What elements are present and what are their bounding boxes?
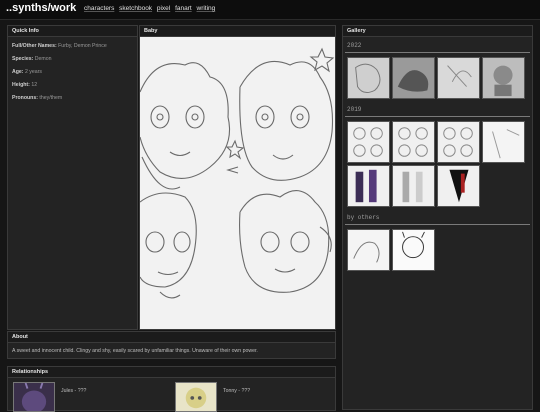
info-age: Age: 2 years <box>12 69 42 75</box>
divider <box>345 224 530 225</box>
info-pronouns: Pronouns: they/them <box>12 95 63 101</box>
info-height: Height: 12 <box>12 82 38 88</box>
gallery-thumb-2019-6[interactable] <box>392 165 435 207</box>
image-panel-heading: Baby <box>140 26 335 37</box>
divider <box>345 116 530 117</box>
relationship-tonny[interactable]: Tonny - ??? <box>175 382 325 412</box>
gallery-year-by-others: by others <box>347 214 380 221</box>
jules-avatar[interactable] <box>13 382 55 412</box>
relationships-panel: Relationships Jules - ??? Tonny - ??? <box>7 366 336 412</box>
site-title[interactable]: ..synths/work <box>6 2 76 14</box>
gallery-section-by-others: by others <box>343 214 532 229</box>
quick-info-panel: Quick Info Full/Other Names: Furby, Demo… <box>7 25 138 330</box>
tonny-name: Tonny - ??? <box>223 388 251 394</box>
gallery-thumb-2022-2[interactable] <box>392 57 435 99</box>
character-image-panel: Baby <box>139 25 336 330</box>
nav-writing[interactable]: writing <box>197 5 216 12</box>
about-text: A sweet and innocent child. Clingy and s… <box>12 348 258 354</box>
info-names: Full/Other Names: Furby, Demon Prince <box>12 43 107 49</box>
tonny-avatar[interactable] <box>175 382 217 412</box>
main-nav: characters sketchbook pixel fanart writi… <box>84 5 218 12</box>
character-sketch-image[interactable] <box>140 37 335 329</box>
gallery-section-2019: 2019 <box>343 106 532 121</box>
gallery-year-2022: 2022 <box>347 42 362 49</box>
gallery-thumb-2019-5[interactable] <box>347 165 390 207</box>
gallery-panel: Gallery 2022 2019 by others <box>342 25 533 410</box>
divider <box>345 52 530 53</box>
gallery-thumb-2022-1[interactable] <box>347 57 390 99</box>
nav-characters[interactable]: characters <box>84 5 114 12</box>
gallery-thumb-2019-3[interactable] <box>437 121 480 163</box>
top-bar: ..synths/work characters sketchbook pixe… <box>0 0 540 20</box>
gallery-thumb-others-2[interactable] <box>392 229 435 271</box>
relationships-heading: Relationships <box>8 367 335 378</box>
gallery-thumb-2019-7[interactable] <box>437 165 480 207</box>
gallery-thumb-2019-4[interactable] <box>482 121 525 163</box>
gallery-thumb-2022-4[interactable] <box>482 57 525 99</box>
gallery-thumb-2019-2[interactable] <box>392 121 435 163</box>
jules-name: Jules - ??? <box>61 388 87 394</box>
gallery-thumb-others-1[interactable] <box>347 229 390 271</box>
gallery-thumb-2022-3[interactable] <box>437 57 480 99</box>
gallery-year-2019: 2019 <box>347 106 362 113</box>
info-species: Species: Demon <box>12 56 52 62</box>
about-panel: About A sweet and innocent child. Clingy… <box>7 331 336 359</box>
gallery-heading: Gallery <box>343 26 532 37</box>
nav-pixel[interactable]: pixel <box>157 5 170 12</box>
gallery-section-2022: 2022 <box>343 42 532 57</box>
quick-info-heading: Quick Info <box>8 26 137 37</box>
about-heading: About <box>8 332 335 343</box>
gallery-thumb-2019-1[interactable] <box>347 121 390 163</box>
relationship-jules[interactable]: Jules - ??? <box>13 382 163 412</box>
nav-sketchbook[interactable]: sketchbook <box>119 5 152 12</box>
nav-fanart[interactable]: fanart <box>175 5 192 12</box>
